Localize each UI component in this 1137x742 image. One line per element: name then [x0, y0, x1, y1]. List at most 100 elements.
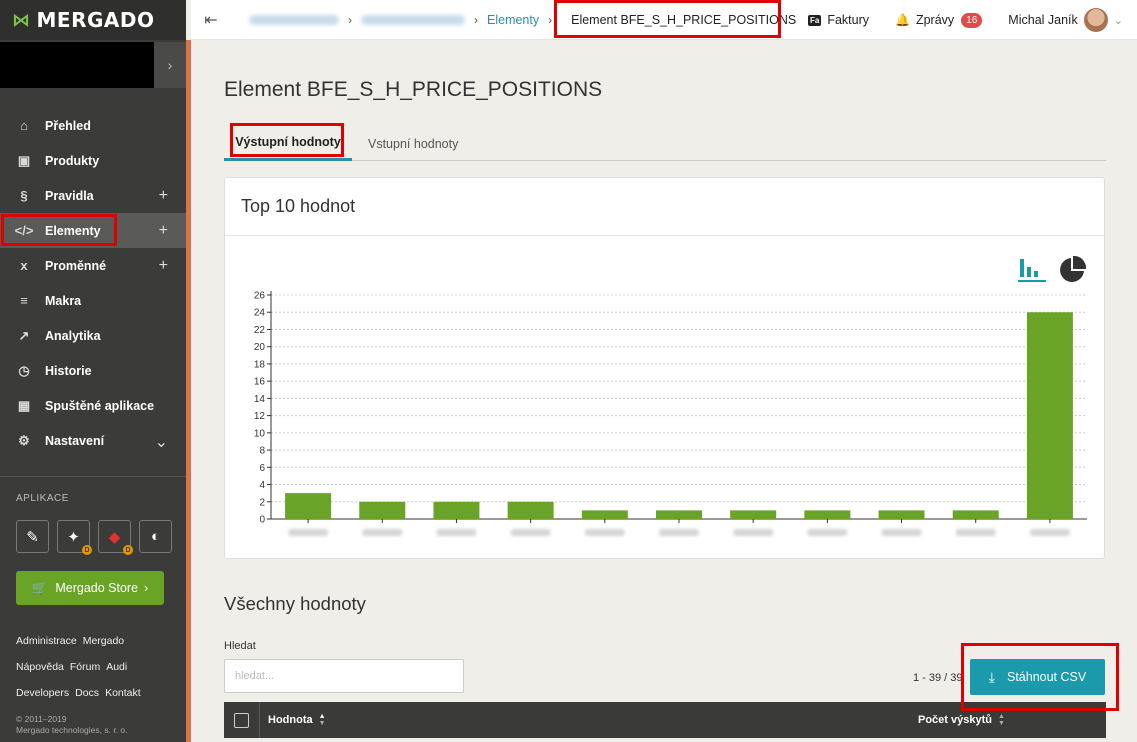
y-tick-label: 8	[259, 446, 265, 457]
store-label: Mergado Store	[55, 581, 139, 595]
checkbox-box	[234, 712, 249, 728]
breadcrumb-separator-icon: ›	[348, 12, 352, 27]
add-icon[interactable]: +	[159, 222, 168, 240]
link-forum[interactable]: Fórum	[70, 661, 100, 673]
sort-icon: ▲ ▼	[318, 713, 326, 727]
zpravy-label: Zprávy	[915, 13, 955, 27]
bar	[656, 510, 702, 519]
app-shortcuts: ✎ ✦ D ◆ D ◐	[16, 520, 172, 555]
x-tick-label-blurred	[955, 529, 996, 536]
bar	[952, 510, 999, 519]
copyright-years: © 2011–2019	[16, 714, 67, 724]
app-shield-icon[interactable]: ◆ D	[98, 520, 133, 555]
sidebar-item-label: Makra	[45, 293, 82, 308]
sidebar-item-přehled[interactable]: ⌂ Přehled	[0, 108, 186, 143]
page-title: Element BFE_S_H_PRICE_POSITIONS	[224, 78, 603, 101]
macro-icon: ≡	[20, 293, 28, 308]
dev-badge-icon: D	[82, 545, 92, 555]
sidebar-item-spuštěné-aplikace[interactable]: ▦ Spuštěné aplikace	[0, 388, 186, 423]
select-all-checkbox[interactable]	[224, 702, 260, 738]
y-tick-label: 2	[259, 497, 265, 508]
account-expand-icon[interactable]: ›	[154, 42, 186, 88]
link-kontakt[interactable]: Kontakt	[105, 687, 141, 699]
breadcrumb-blurred-1[interactable]	[249, 14, 339, 25]
account-selector[interactable]	[0, 42, 154, 88]
sidebar-item-label: Historie	[45, 363, 92, 378]
x-tick-label-blurred	[584, 529, 625, 536]
x-tick-label-blurred	[807, 529, 848, 536]
y-tick-label: 20	[254, 342, 266, 353]
sidebar: ⋈ MERGADO › ⌂ Přehled ▣ Produkty § Pravidla + <…	[0, 0, 186, 742]
mergado-logo[interactable]: ⋈ MERGADO	[0, 0, 186, 40]
section-icon: §	[20, 188, 28, 203]
invoice-icon: Fa	[807, 14, 822, 26]
sidebar-item-label: Nastavení	[45, 433, 105, 448]
x-tick-label-blurred	[288, 529, 329, 536]
column-hodnota[interactable]: Hodnota ▲ ▼	[268, 713, 326, 727]
add-icon[interactable]: +	[159, 257, 168, 275]
bar-chart: 0 2 4 6 8 10 12 14 16 18 20 22 24 26	[225, 236, 1106, 560]
zpravy-link[interactable]: 🔔 Zprávy 16	[895, 12, 983, 28]
bar	[433, 501, 480, 519]
collapse-sidebar-icon[interactable]: ⇤	[191, 0, 231, 40]
y-tick-label: 14	[254, 394, 266, 405]
link-napoveda[interactable]: Nápověda	[16, 661, 64, 673]
app-rocket-icon[interactable]: ✦ D	[57, 520, 92, 555]
mergado-store-button[interactable]: 🛒 Mergado Store ›	[16, 571, 164, 605]
column-pocet-label: Počet výskytů	[918, 714, 992, 726]
bar	[285, 493, 332, 519]
y-tick-label: 26	[254, 291, 266, 302]
copyright-company: Mergado technologies, s. r. o.	[16, 725, 128, 735]
app-moon-icon[interactable]: ◐	[139, 520, 172, 553]
bar-chart-svg: 02468101214161820222426	[254, 291, 1087, 536]
sort-icon: ▲ ▼	[997, 713, 1005, 727]
pagination-info: 1 - 39 / 39	[913, 672, 963, 684]
apps-grid-icon: ▦	[17, 397, 31, 413]
y-tick-label: 12	[254, 411, 266, 422]
column-pocet-vyskytu[interactable]: Počet výskytů ▲ ▼	[918, 713, 1005, 727]
breadcrumb-elementy[interactable]: Elementy	[487, 13, 539, 27]
tab-vstupni-hodnoty[interactable]: Vstupní hodnoty	[368, 126, 458, 161]
tabs: Výstupní hodnoty Vstupní hodnoty	[224, 126, 1106, 161]
app-brush-icon[interactable]: ✎	[16, 520, 49, 553]
sidebar-item-analytika[interactable]: ↗ Analytika	[0, 318, 186, 353]
link-audi[interactable]: Audi	[106, 661, 127, 673]
all-values-title: Všechny hodnoty	[224, 593, 366, 614]
chevron-down-icon[interactable]: ⌄	[155, 432, 168, 452]
link-docs[interactable]: Docs	[75, 687, 99, 699]
link-developers[interactable]: Developers	[16, 687, 69, 699]
variable-icon: x	[20, 258, 28, 273]
sidebar-item-label: Analytika	[45, 328, 101, 343]
x-tick-label-blurred	[659, 529, 699, 536]
breadcrumb-separator-icon: ›	[474, 12, 478, 27]
card-title: Top 10 hodnot	[225, 178, 1104, 236]
sidebar-item-nastavení[interactable]: ⚙ Nastavení ⌄	[0, 423, 186, 458]
user-name: Michal Janík	[1008, 13, 1078, 27]
y-tick-label: 10	[254, 428, 266, 439]
sidebar-item-proměnné[interactable]: x Proměnné +	[0, 248, 186, 283]
search-input[interactable]	[224, 659, 464, 693]
y-tick-label: 22	[254, 325, 266, 336]
faktury-link[interactable]: Fa Faktury	[807, 13, 869, 27]
sidebar-item-produkty[interactable]: ▣ Produkty	[0, 143, 186, 178]
link-mergado[interactable]: Mergado	[83, 635, 124, 647]
brand-name: MERGADO	[36, 8, 155, 32]
sidebar-item-label: Přehled	[45, 118, 91, 133]
apps-section-title: APLIKACE	[16, 493, 69, 504]
sidebar-item-makra[interactable]: ≡ Makra	[0, 283, 186, 318]
add-icon[interactable]: +	[159, 187, 168, 205]
link-administrace[interactable]: Administrace	[16, 635, 77, 647]
bar	[804, 510, 851, 519]
breadcrumb-blurred-2[interactable]	[361, 14, 465, 25]
sidebar-item-historie[interactable]: ◷ Historie	[0, 353, 186, 388]
chevron-right-icon: ›	[144, 581, 149, 595]
sidebar-accent-stripe	[186, 40, 191, 742]
gear-icon: ⚙	[18, 432, 30, 448]
user-menu[interactable]: Michal Janík ⌄	[1008, 8, 1123, 32]
messages-count-badge: 16	[961, 12, 983, 28]
sidebar-item-pravidla[interactable]: § Pravidla +	[0, 178, 186, 213]
column-hodnota-label: Hodnota	[268, 714, 313, 726]
analytics-icon: ↗	[18, 327, 30, 343]
breadcrumb-separator-icon: ›	[548, 12, 553, 27]
y-tick-label: 24	[254, 308, 266, 319]
